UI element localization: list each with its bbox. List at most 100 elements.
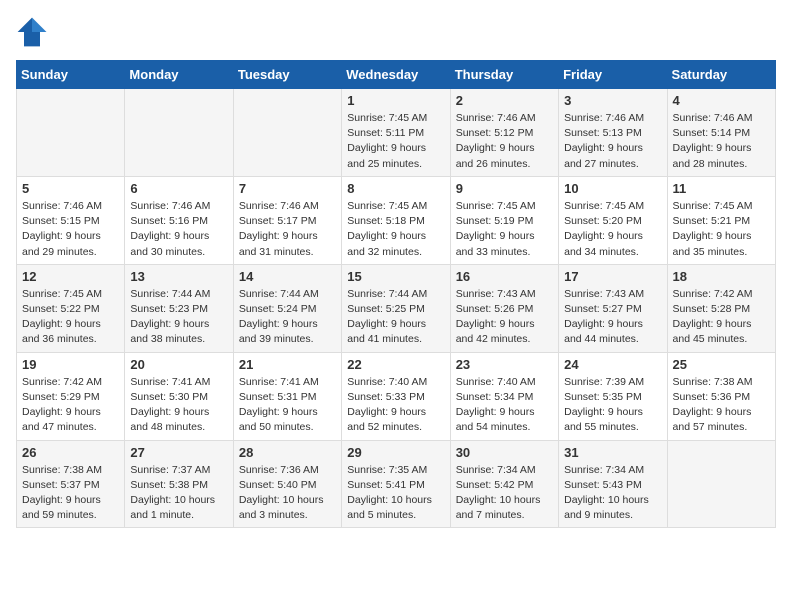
calendar-body: 1Sunrise: 7:45 AM Sunset: 5:11 PM Daylig… xyxy=(17,89,776,528)
day-number: 31 xyxy=(564,445,661,460)
day-number: 26 xyxy=(22,445,119,460)
day-info: Sunrise: 7:44 AM Sunset: 5:25 PM Dayligh… xyxy=(347,287,444,348)
day-number: 3 xyxy=(564,93,661,108)
calendar-cell: 5Sunrise: 7:46 AM Sunset: 5:15 PM Daylig… xyxy=(17,176,125,264)
day-number: 30 xyxy=(456,445,553,460)
day-number: 11 xyxy=(673,181,770,196)
calendar-header: SundayMondayTuesdayWednesdayThursdayFrid… xyxy=(17,61,776,89)
calendar-week-row: 19 Sunrise: 7:42 AM Sunset: 5:29 PM Dayli… xyxy=(17,352,776,440)
day-info: Sunrise: 7:43 AM Sunset: 5:26 PM Dayligh… xyxy=(456,287,553,348)
weekday-row: SundayMondayTuesdayWednesdayThursdayFrid… xyxy=(17,61,776,89)
weekday-header: Tuesday xyxy=(233,61,341,89)
day-number: 21 xyxy=(239,357,336,372)
page-header xyxy=(16,16,776,48)
calendar-cell: 4 Sunrise: 7:46 AM Sunset: 5:14 PM Daylig… xyxy=(667,89,775,177)
day-info: Sunrise: 7:41 AM Sunset: 5:30 PM Dayligh… xyxy=(130,375,227,436)
calendar-cell: 1Sunrise: 7:45 AM Sunset: 5:11 PM Daylig… xyxy=(342,89,450,177)
calendar-week-row: 12 Sunrise: 7:45 AM Sunset: 5:22 PM Dayli… xyxy=(17,264,776,352)
day-info: Sunrise: 7:44 AM Sunset: 5:23 PM Dayligh… xyxy=(130,287,227,348)
day-number: 25 xyxy=(673,357,770,372)
calendar-cell: 8 Sunrise: 7:45 AM Sunset: 5:18 PM Daylig… xyxy=(342,176,450,264)
day-info: Sunrise: 7:34 AM Sunset: 5:42 PM Dayligh… xyxy=(456,463,553,524)
day-number: 12 xyxy=(22,269,119,284)
day-info: Sunrise: 7:44 AM Sunset: 5:24 PM Dayligh… xyxy=(239,287,336,348)
day-number: 23 xyxy=(456,357,553,372)
calendar-cell: 16Sunrise: 7:43 AM Sunset: 5:26 PM Dayli… xyxy=(450,264,558,352)
day-info: Sunrise: 7:41 AM Sunset: 5:31 PM Dayligh… xyxy=(239,375,336,436)
logo-icon xyxy=(16,16,48,48)
calendar-cell: 22Sunrise: 7:40 AM Sunset: 5:33 PM Dayli… xyxy=(342,352,450,440)
calendar-cell: 15 Sunrise: 7:44 AM Sunset: 5:25 PM Dayli… xyxy=(342,264,450,352)
day-number: 10 xyxy=(564,181,661,196)
day-info: Sunrise: 7:45 AM Sunset: 5:19 PM Dayligh… xyxy=(456,199,553,260)
day-info: Sunrise: 7:42 AM Sunset: 5:28 PM Dayligh… xyxy=(673,287,770,348)
day-info: Sunrise: 7:46 AM Sunset: 5:17 PM Dayligh… xyxy=(239,199,336,260)
day-info: Sunrise: 7:35 AM Sunset: 5:41 PM Dayligh… xyxy=(347,463,444,524)
day-info: Sunrise: 7:34 AM Sunset: 5:43 PM Dayligh… xyxy=(564,463,661,524)
day-number: 20 xyxy=(130,357,227,372)
calendar-cell xyxy=(233,89,341,177)
calendar-cell: 10Sunrise: 7:45 AM Sunset: 5:20 PM Dayli… xyxy=(559,176,667,264)
calendar-week-row: 1Sunrise: 7:45 AM Sunset: 5:11 PM Daylig… xyxy=(17,89,776,177)
day-info: Sunrise: 7:37 AM Sunset: 5:38 PM Dayligh… xyxy=(130,463,227,524)
day-number: 18 xyxy=(673,269,770,284)
calendar-cell: 7Sunrise: 7:46 AM Sunset: 5:17 PM Daylig… xyxy=(233,176,341,264)
day-number: 27 xyxy=(130,445,227,460)
day-number: 19 xyxy=(22,357,119,372)
day-info: Sunrise: 7:46 AM Sunset: 5:13 PM Dayligh… xyxy=(564,111,661,172)
day-info: Sunrise: 7:45 AM Sunset: 5:11 PM Dayligh… xyxy=(347,111,444,172)
calendar-cell: 30 Sunrise: 7:34 AM Sunset: 5:42 PM Dayli… xyxy=(450,440,558,528)
calendar-cell: 9 Sunrise: 7:45 AM Sunset: 5:19 PM Daylig… xyxy=(450,176,558,264)
weekday-header: Saturday xyxy=(667,61,775,89)
day-number: 13 xyxy=(130,269,227,284)
day-number: 4 xyxy=(673,93,770,108)
calendar-cell: 25 Sunrise: 7:38 AM Sunset: 5:36 PM Dayli… xyxy=(667,352,775,440)
day-info: Sunrise: 7:46 AM Sunset: 5:12 PM Dayligh… xyxy=(456,111,553,172)
day-number: 15 xyxy=(347,269,444,284)
calendar-cell: 26 Sunrise: 7:38 AM Sunset: 5:37 PM Dayli… xyxy=(17,440,125,528)
day-info: Sunrise: 7:45 AM Sunset: 5:18 PM Dayligh… xyxy=(347,199,444,260)
day-number: 29 xyxy=(347,445,444,460)
calendar-cell: 2Sunrise: 7:46 AM Sunset: 5:12 PM Daylig… xyxy=(450,89,558,177)
calendar-week-row: 5Sunrise: 7:46 AM Sunset: 5:15 PM Daylig… xyxy=(17,176,776,264)
calendar-cell: 29 Sunrise: 7:35 AM Sunset: 5:41 PM Dayli… xyxy=(342,440,450,528)
calendar-cell: 18 Sunrise: 7:42 AM Sunset: 5:28 PM Dayli… xyxy=(667,264,775,352)
day-info: Sunrise: 7:45 AM Sunset: 5:21 PM Dayligh… xyxy=(673,199,770,260)
weekday-header: Wednesday xyxy=(342,61,450,89)
calendar-cell: 12 Sunrise: 7:45 AM Sunset: 5:22 PM Dayli… xyxy=(17,264,125,352)
day-info: Sunrise: 7:42 AM Sunset: 5:29 PM Dayligh… xyxy=(22,375,119,436)
calendar-cell: 17Sunrise: 7:43 AM Sunset: 5:27 PM Dayli… xyxy=(559,264,667,352)
calendar-cell: 6 Sunrise: 7:46 AM Sunset: 5:16 PM Daylig… xyxy=(125,176,233,264)
calendar-cell: 19 Sunrise: 7:42 AM Sunset: 5:29 PM Dayli… xyxy=(17,352,125,440)
calendar-week-row: 26 Sunrise: 7:38 AM Sunset: 5:37 PM Dayli… xyxy=(17,440,776,528)
calendar-cell xyxy=(125,89,233,177)
day-info: Sunrise: 7:40 AM Sunset: 5:33 PM Dayligh… xyxy=(347,375,444,436)
day-info: Sunrise: 7:46 AM Sunset: 5:14 PM Dayligh… xyxy=(673,111,770,172)
weekday-header: Monday xyxy=(125,61,233,89)
day-number: 8 xyxy=(347,181,444,196)
day-info: Sunrise: 7:38 AM Sunset: 5:36 PM Dayligh… xyxy=(673,375,770,436)
weekday-header: Thursday xyxy=(450,61,558,89)
calendar-cell: 27 Sunrise: 7:37 AM Sunset: 5:38 PM Dayli… xyxy=(125,440,233,528)
calendar-cell: 21 Sunrise: 7:41 AM Sunset: 5:31 PM Dayli… xyxy=(233,352,341,440)
weekday-header: Sunday xyxy=(17,61,125,89)
calendar-cell xyxy=(667,440,775,528)
day-number: 5 xyxy=(22,181,119,196)
logo xyxy=(16,16,52,48)
day-info: Sunrise: 7:36 AM Sunset: 5:40 PM Dayligh… xyxy=(239,463,336,524)
calendar-cell: 14 Sunrise: 7:44 AM Sunset: 5:24 PM Dayli… xyxy=(233,264,341,352)
day-info: Sunrise: 7:40 AM Sunset: 5:34 PM Dayligh… xyxy=(456,375,553,436)
calendar-cell: 31 Sunrise: 7:34 AM Sunset: 5:43 PM Dayli… xyxy=(559,440,667,528)
calendar-cell: 24Sunrise: 7:39 AM Sunset: 5:35 PM Dayli… xyxy=(559,352,667,440)
calendar-table: SundayMondayTuesdayWednesdayThursdayFrid… xyxy=(16,60,776,528)
day-info: Sunrise: 7:38 AM Sunset: 5:37 PM Dayligh… xyxy=(22,463,119,524)
day-info: Sunrise: 7:39 AM Sunset: 5:35 PM Dayligh… xyxy=(564,375,661,436)
day-number: 6 xyxy=(130,181,227,196)
day-number: 17 xyxy=(564,269,661,284)
calendar-cell: 20 Sunrise: 7:41 AM Sunset: 5:30 PM Dayli… xyxy=(125,352,233,440)
day-number: 14 xyxy=(239,269,336,284)
day-info: Sunrise: 7:46 AM Sunset: 5:16 PM Dayligh… xyxy=(130,199,227,260)
day-number: 9 xyxy=(456,181,553,196)
calendar-cell: 13 Sunrise: 7:44 AM Sunset: 5:23 PM Dayli… xyxy=(125,264,233,352)
day-info: Sunrise: 7:45 AM Sunset: 5:22 PM Dayligh… xyxy=(22,287,119,348)
